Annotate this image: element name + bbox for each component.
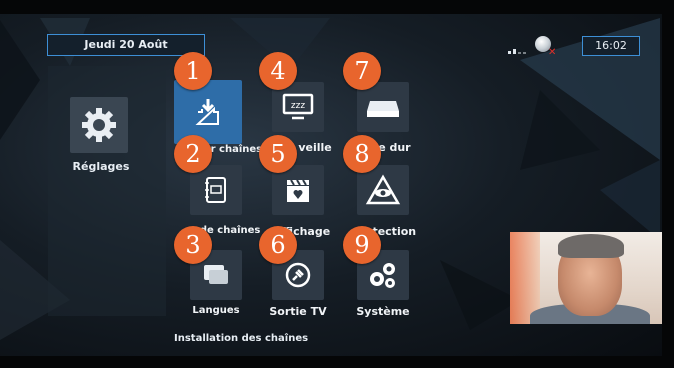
badge-2: 2 xyxy=(174,135,212,173)
speech-bubbles-icon xyxy=(204,265,228,284)
badge-7: 7 xyxy=(343,52,381,90)
live-tv-preview xyxy=(510,232,662,324)
disconnected-x-icon: ✕ xyxy=(548,47,557,58)
date-display: Jeudi 20 Août xyxy=(47,34,205,56)
badge-3: 3 xyxy=(174,226,212,264)
badge-4: 4 xyxy=(259,52,297,90)
clock-display: 16:02 xyxy=(582,36,640,56)
badge-9: 9 xyxy=(343,226,381,264)
svg-text:zzz: zzz xyxy=(291,101,305,111)
badge-5: 5 xyxy=(259,135,297,173)
tv-sleep-icon: zzz xyxy=(282,93,314,120)
bezel-bottom xyxy=(0,356,674,368)
badge-6: 6 xyxy=(259,226,297,264)
bezel-top xyxy=(0,0,674,14)
menu-label-9: Système xyxy=(356,305,410,318)
tv-screen: Jeudi 20 Août ✕ 16:02 Réglages …er chaîn… xyxy=(0,0,674,368)
signal-bars-icon xyxy=(508,42,532,54)
download-box-icon xyxy=(195,99,219,125)
hard-disk-icon xyxy=(367,101,399,117)
badge-8: 8 xyxy=(343,135,381,173)
clapper-heart-icon xyxy=(287,179,309,202)
gear-icon[interactable] xyxy=(70,97,128,153)
menu-tile-install-channels[interactable] xyxy=(174,80,242,144)
plug-output-icon xyxy=(285,262,311,288)
eye-triangle-icon xyxy=(365,174,401,205)
channel-list-icon xyxy=(205,177,226,203)
sidebar-label: Réglages xyxy=(72,160,130,173)
footer-description: Installation des chaînes xyxy=(174,333,309,344)
gears-icon xyxy=(370,263,395,288)
bezel-right xyxy=(662,0,674,368)
menu-tile-channel-list[interactable] xyxy=(190,165,242,215)
badge-1: 1 xyxy=(174,52,212,90)
